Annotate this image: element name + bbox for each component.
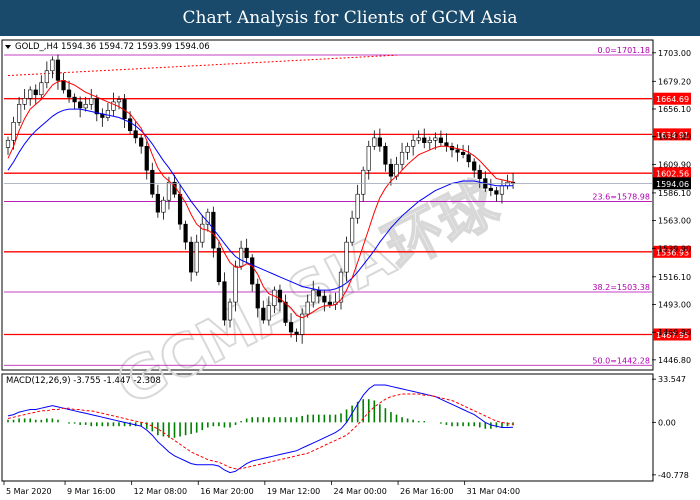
page-title: Chart Analysis for Clients of GCM Asia — [182, 8, 518, 28]
price-tick-label: 1609.90 — [658, 160, 691, 169]
time-tick-label: 5 Mar 2020 — [6, 487, 52, 496]
price-tick-label: 1516.10 — [658, 273, 691, 282]
fib-label: 23.6=1578.98 — [592, 192, 650, 201]
fib-label: 50.0=1442.28 — [592, 356, 650, 365]
fib-label: 38.2=1503.38 — [592, 283, 650, 292]
price-tick-label: 1563.00 — [658, 217, 691, 226]
time-tick-label: 26 Mar 16:00 — [400, 487, 453, 496]
time-tick-label: 24 Mar 00:00 — [333, 487, 386, 496]
macd-tick-label: 33.547 — [658, 375, 686, 384]
price-tick-label: 1539.90 — [658, 244, 691, 253]
price-tick-label: 1633.00 — [658, 133, 691, 142]
macd-tick-label: 0.00 — [658, 418, 676, 427]
chart-header: GOLD_,H4 1594.36 1594.72 1593.99 1594.06 — [5, 42, 210, 52]
price-tick-label: 1679.20 — [658, 77, 691, 86]
macd-tick-label: -40.778 — [658, 471, 689, 480]
price-tick-label: 1493.00 — [658, 300, 691, 309]
time-tick-label: 19 Mar 12:00 — [267, 487, 320, 496]
symbol-ohlc-label: GOLD_,H4 1594.36 1594.72 1593.99 1594.06 — [15, 42, 210, 52]
level-label: 1664.69 — [656, 95, 689, 104]
title-banner: Chart Analysis for Clients of GCM Asia — [0, 0, 700, 36]
price-tick-label: 1469.90 — [658, 328, 691, 337]
price-tick-label: 1446.80 — [658, 356, 691, 365]
fib-label: 0.0=1701.18 — [597, 46, 650, 55]
macd-label: MACD(12,26,9) -3.755 -1.447 -2.308 — [6, 376, 161, 386]
time-tick-label: 16 Mar 20:00 — [200, 487, 253, 496]
time-tick-label: 12 Mar 08:00 — [134, 487, 187, 496]
price-chart: GCMASIA环球 1664.691634.911602.561536.9314… — [0, 36, 700, 500]
price-tick-label: 1656.10 — [658, 105, 691, 114]
price-tick-label: 1703.00 — [658, 49, 691, 58]
price-tick-label: 1586.10 — [658, 189, 691, 198]
last-price-label: 1594.06 — [656, 180, 689, 189]
time-tick-label: 31 Mar 04:00 — [467, 487, 520, 496]
time-tick-label: 9 Mar 16:00 — [67, 487, 115, 496]
level-label: 1602.56 — [656, 170, 689, 179]
